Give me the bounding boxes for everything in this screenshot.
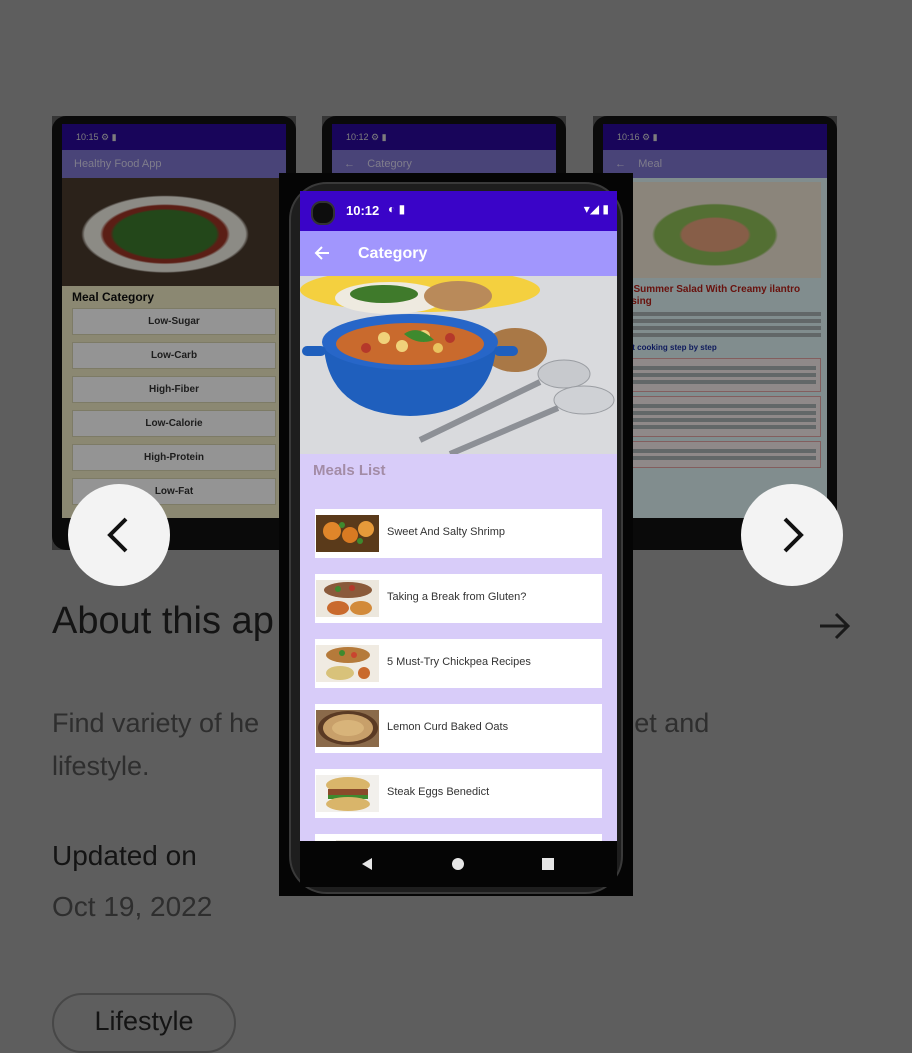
meal-item[interactable]: 5 Must-Try Chickpea Recipes [315, 639, 602, 688]
updated-on-date: Oct 19, 2022 [52, 891, 213, 922]
meals-list-title: Meals List [313, 462, 386, 479]
nav-back-icon[interactable] [362, 858, 372, 870]
screenshot-thumbnail-1[interactable]: 10:15 ⚙ ▮ Healthy Food App Meal Category… [52, 116, 296, 550]
nav-recents-icon[interactable] [542, 858, 554, 870]
nav-home-icon[interactable] [452, 858, 464, 870]
meal-name: Taking a Break from Gluten? [387, 591, 527, 603]
screenshot-preview: 10:12 ◐ ▮ ▾◢ ▮ Category Meals List Sweet… [279, 173, 633, 896]
about-section-title: About this ap [52, 600, 274, 642]
previous-button[interactable] [68, 484, 170, 586]
meal-thumbnail [316, 710, 379, 747]
meal-name: 5 Must-Try Chickpea Recipes [387, 656, 531, 668]
phone-screen: 10:12 ◐ ▮ ▾◢ ▮ Category Meals List Sweet… [300, 191, 617, 841]
meal-thumbnail [316, 580, 379, 617]
camera-icon [311, 201, 335, 225]
meal-thumbnail [316, 775, 379, 812]
android-nav-bar [300, 841, 617, 887]
meal-item[interactable]: Taking a Break from Gluten? [315, 574, 602, 623]
meal-name: Steak Eggs Benedict [387, 786, 490, 798]
next-button[interactable] [741, 484, 843, 586]
app-bar-title: Category [358, 245, 428, 262]
app-bar: Category [300, 231, 617, 276]
notification-icons: ◐ ▮ [388, 202, 406, 216]
chevron-right-icon [783, 517, 804, 553]
meal-name: Sweet And Salty Shrimp [387, 526, 506, 538]
meal-thumbnail [316, 515, 379, 552]
meal-item[interactable]: Sweet And Salty Shrimp [315, 509, 602, 558]
category-chip[interactable]: Lifestyle [52, 993, 236, 1053]
signal-battery-icons: ▾◢ ▮ [583, 202, 609, 216]
soup-image [300, 276, 617, 454]
meal-name: Lemon Curd Baked Oats [387, 721, 509, 733]
arrow-right-icon[interactable] [812, 604, 856, 648]
meal-item[interactable]: Steak Eggs Benedict [315, 769, 602, 818]
status-time: 10:12 [346, 203, 380, 218]
status-bar: 10:12 ◐ ▮ ▾◢ ▮ [300, 191, 617, 231]
soup-illustration [300, 276, 617, 454]
updated-on-label: Updated on [52, 840, 197, 871]
back-arrow-icon[interactable] [314, 245, 330, 261]
meal-item[interactable] [315, 834, 602, 841]
meal-item[interactable]: Lemon Curd Baked Oats [315, 704, 602, 753]
dim-overlay [52, 116, 296, 550]
meal-thumbnail [316, 645, 379, 682]
chevron-left-icon [107, 517, 128, 553]
